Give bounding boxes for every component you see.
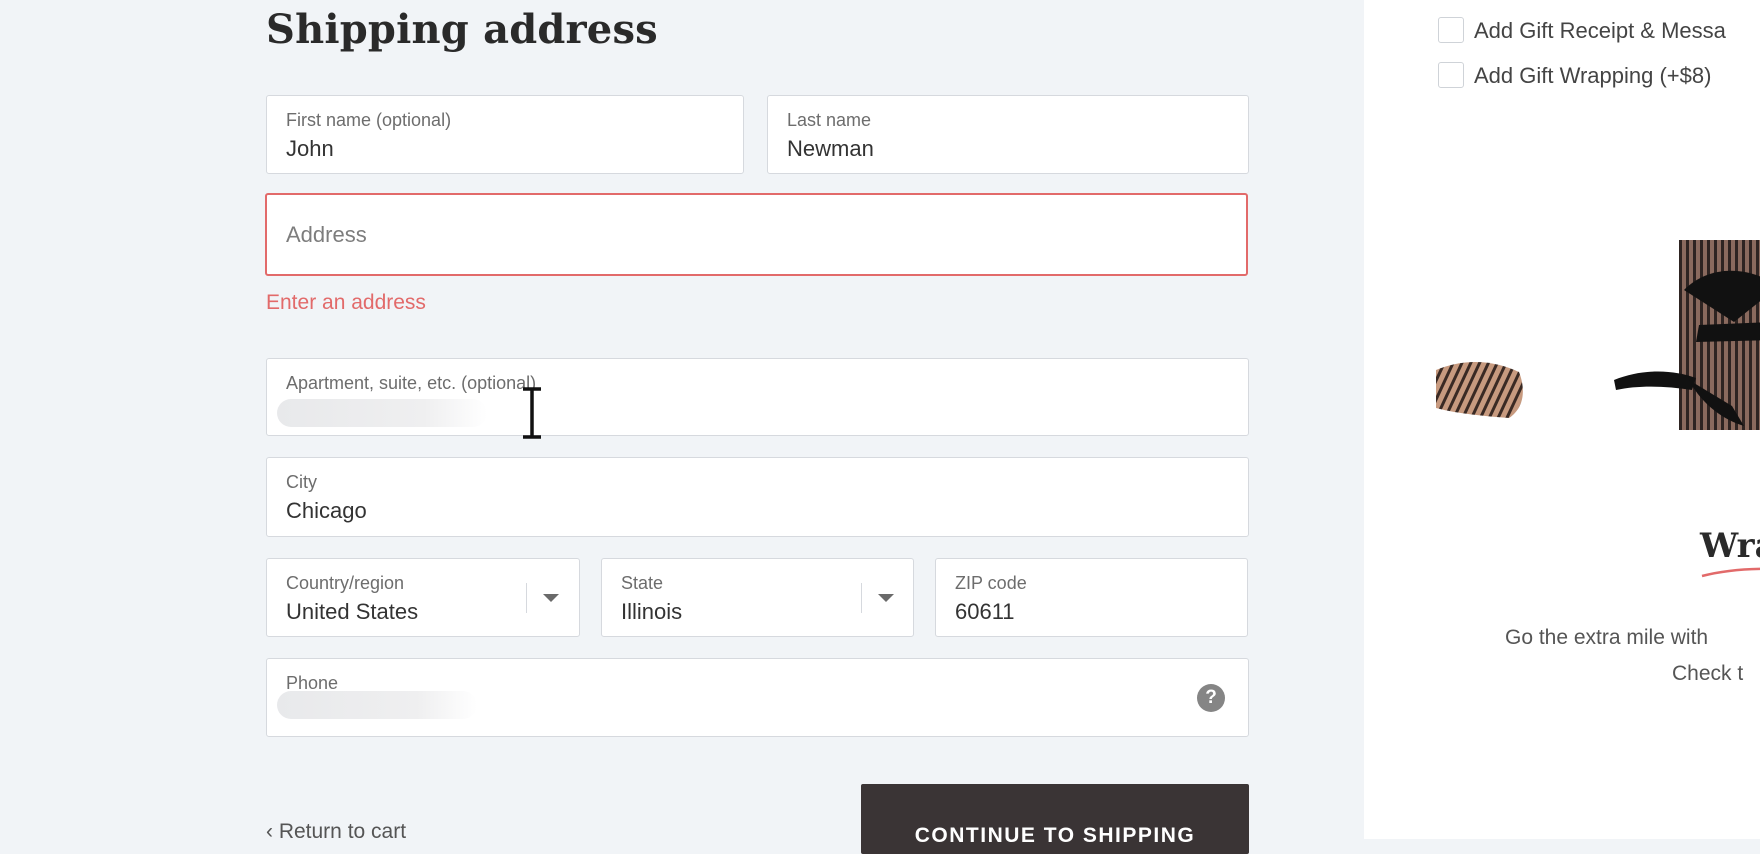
select-divider <box>526 583 527 613</box>
country-value: United States <box>286 599 419 624</box>
city-value: Chicago <box>286 498 367 523</box>
phone-value-redacted <box>277 691 477 719</box>
gift-receipt-checkbox[interactable] <box>1438 17 1464 43</box>
state-value: Illinois <box>621 599 683 624</box>
checkout-form-pane: Shipping address First name (optional) J… <box>0 0 1364 854</box>
section-title: Shipping address <box>266 6 658 53</box>
zip-label: ZIP code <box>955 573 1027 593</box>
select-divider <box>861 583 862 613</box>
last-name-field[interactable]: Last name Newman <box>767 95 1249 174</box>
text-cursor-icon <box>523 387 541 439</box>
address-field[interactable]: Address <box>265 193 1248 276</box>
apartment-label: Apartment, suite, etc. (optional) <box>286 373 537 393</box>
apartment-value-redacted <box>277 399 487 427</box>
zip-field[interactable]: ZIP code 60611 <box>935 558 1248 637</box>
state-select[interactable]: State Illinois <box>601 558 914 637</box>
country-label: Country/region <box>286 573 405 593</box>
gift-wrap-image <box>1436 240 1760 430</box>
city-label: City <box>286 472 317 492</box>
address-placeholder: Address <box>286 222 367 247</box>
gift-receipt-label: Add Gift Receipt & Messa <box>1474 18 1726 43</box>
promo-text-line: Check t <box>1672 662 1744 685</box>
country-select[interactable]: Country/region United States <box>266 558 580 637</box>
help-circle-icon[interactable]: ? <box>1197 684 1225 712</box>
continue-to-shipping-button[interactable]: CONTINUE TO SHIPPING <box>861 784 1249 854</box>
chevron-down-icon[interactable] <box>543 594 559 602</box>
last-name-value: Newman <box>787 136 874 161</box>
city-field[interactable]: City Chicago <box>266 457 1249 537</box>
last-name-label: Last name <box>787 110 872 130</box>
chevron-down-icon[interactable] <box>878 594 894 602</box>
promo-text-line: Go the extra mile with <box>1505 626 1709 649</box>
apartment-field[interactable]: Apartment, suite, etc. (optional) <box>266 358 1249 436</box>
heading-underline <box>1701 567 1760 578</box>
phone-field[interactable]: Phone ? <box>266 658 1249 737</box>
gift-wrap-heading: Wra <box>1700 526 1760 566</box>
state-label: State <box>621 573 664 593</box>
first-name-field[interactable]: First name (optional) John <box>266 95 744 174</box>
return-to-cart-link[interactable]: ‹ Return to cart <box>266 820 406 844</box>
order-summary-pane: Add Gift Receipt & Messa Add Gift Wrappi… <box>1364 0 1760 839</box>
gift-wrapping-checkbox[interactable] <box>1438 62 1464 88</box>
first-name-value: John <box>286 136 334 161</box>
first-name-label: First name (optional) <box>286 110 452 130</box>
address-error-message: Enter an address <box>266 291 426 314</box>
gift-wrapping-label: Add Gift Wrapping (+$8) <box>1474 63 1712 88</box>
zip-value: 60611 <box>955 599 1015 624</box>
